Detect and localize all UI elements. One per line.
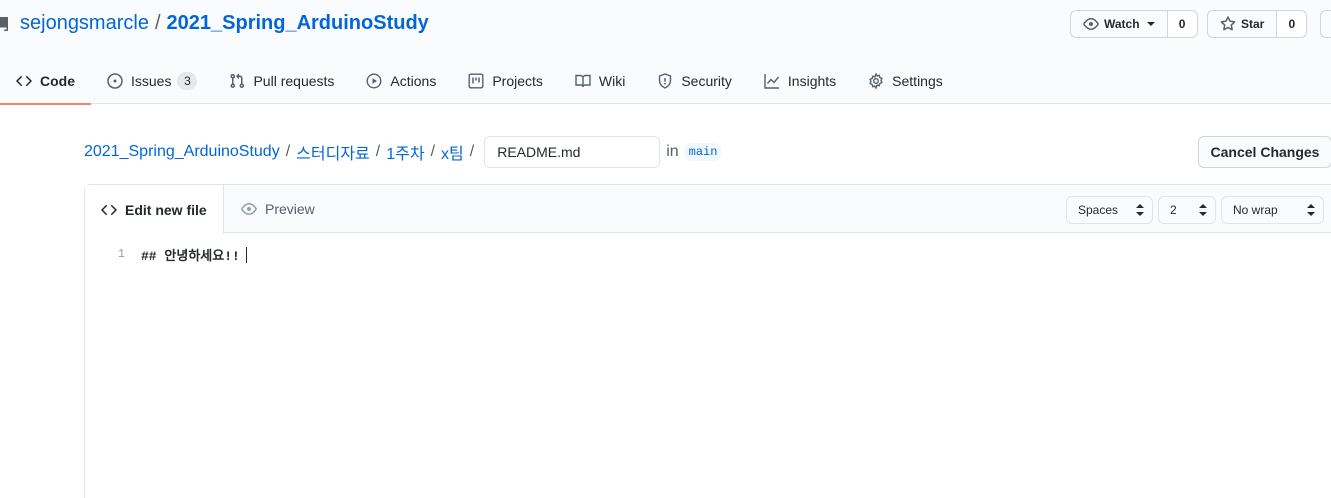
tab-settings[interactable]: Settings	[852, 58, 959, 104]
watch-label: Watch	[1104, 17, 1140, 31]
tab-edit-label: Edit new file	[125, 201, 207, 218]
tab-label: Code	[40, 73, 75, 89]
watch-count[interactable]: 0	[1167, 10, 1198, 38]
select-arrows-icon	[1199, 204, 1207, 216]
fork-button[interactable]	[1320, 10, 1331, 38]
cancel-changes-button[interactable]: Cancel Changes	[1198, 136, 1331, 168]
tab-insights[interactable]: Insights	[748, 58, 852, 104]
star-label: Star	[1241, 17, 1265, 31]
select-arrows-icon	[1307, 204, 1315, 216]
eye-icon	[1083, 18, 1099, 30]
indent-mode-value: Spaces	[1078, 203, 1119, 217]
breadcrumb-folder-link[interactable]: 스터디자료	[296, 140, 370, 164]
project-icon	[468, 73, 484, 89]
tab-preview[interactable]: Preview	[225, 185, 331, 233]
indent-mode-select[interactable]: Spaces	[1066, 196, 1153, 224]
star-icon	[1220, 16, 1236, 31]
breadcrumb-folder-link[interactable]: x팀	[441, 140, 464, 164]
line-number: 1	[117, 247, 125, 261]
pull-request-icon	[230, 73, 245, 89]
indent-size-value: 2	[1170, 203, 1177, 217]
repo-nav: Code Issues 3 Pull requests Actions Proj…	[0, 58, 959, 105]
breadcrumb-separator: /	[285, 143, 291, 160]
wrap-mode-value: No wrap	[1233, 203, 1278, 217]
tab-label: Security	[681, 73, 732, 89]
code-line-text: ## 안녕하세요!!	[141, 249, 240, 264]
repo-icon	[0, 16, 10, 32]
file-editor: Edit new file Preview Spaces 2 No wrap 1…	[84, 184, 1331, 498]
tab-label: Wiki	[598, 73, 626, 89]
code-line[interactable]: ## 안녕하세요!!	[141, 245, 247, 264]
breadcrumb-separator: /	[375, 143, 381, 160]
tab-actions[interactable]: Actions	[350, 58, 452, 104]
indent-size-select[interactable]: 2	[1158, 196, 1216, 224]
book-icon	[575, 74, 591, 88]
tab-issues[interactable]: Issues 3	[91, 58, 213, 104]
code-icon	[101, 204, 117, 215]
branch-name: main	[684, 143, 722, 161]
select-arrows-icon	[1136, 204, 1144, 216]
breadcrumb: 2021_Spring_ArduinoStudy / 스터디자료 / 1주차 /…	[84, 136, 722, 168]
shield-icon	[659, 73, 672, 89]
watch-button[interactable]: Watch	[1070, 10, 1168, 38]
code-icon	[16, 75, 32, 87]
tab-edit-file[interactable]: Edit new file	[85, 185, 224, 234]
repo-separator: /	[154, 12, 161, 34]
issues-count-badge: 3	[177, 72, 198, 90]
repo-header: sejongsmarcle / 2021_Spring_ArduinoStudy…	[0, 0, 1331, 105]
star-group: Star 0	[1207, 10, 1308, 38]
tab-wiki[interactable]: Wiki	[559, 58, 641, 104]
text-cursor	[245, 246, 247, 263]
tab-projects[interactable]: Projects	[452, 58, 559, 104]
gear-icon	[869, 73, 883, 89]
repo-owner-link[interactable]: sejongsmarcle	[20, 12, 149, 35]
breadcrumb-repo-link[interactable]: 2021_Spring_ArduinoStudy	[84, 143, 280, 161]
editor-header: Edit new file Preview Spaces 2 No wrap	[85, 185, 1331, 234]
wrap-mode-select[interactable]: No wrap	[1221, 196, 1324, 224]
tab-code[interactable]: Code	[0, 58, 91, 105]
chevron-down-icon	[1146, 22, 1155, 26]
tab-pull-requests[interactable]: Pull requests	[213, 58, 350, 104]
issue-icon	[107, 73, 123, 89]
tab-label: Settings	[892, 73, 943, 89]
eye-icon	[241, 203, 257, 215]
repo-name-link[interactable]: 2021_Spring_ArduinoStudy	[167, 12, 429, 35]
filename-input[interactable]: README.md	[484, 136, 661, 168]
star-count[interactable]: 0	[1277, 10, 1308, 38]
breadcrumb-separator: /	[430, 143, 436, 160]
breadcrumb-folder-link[interactable]: 1주차	[386, 140, 424, 164]
tab-preview-label: Preview	[265, 201, 315, 217]
tab-label: Insights	[787, 73, 837, 89]
breadcrumb-separator: /	[469, 143, 475, 160]
tab-security[interactable]: Security	[641, 58, 748, 104]
tab-label: Pull requests	[253, 73, 335, 89]
tab-label: Issues	[131, 73, 172, 89]
in-label: in	[666, 143, 679, 160]
tab-label: Projects	[492, 73, 543, 89]
star-button[interactable]: Star	[1207, 10, 1278, 38]
repo-title: sejongsmarcle / 2021_Spring_ArduinoStudy	[0, 12, 429, 35]
graph-icon	[764, 74, 779, 89]
watch-group: Watch 0	[1070, 10, 1198, 38]
code-editor[interactable]: 1 ## 안녕하세요!!	[85, 233, 1331, 498]
play-icon	[366, 73, 382, 89]
tab-label: Actions	[390, 73, 437, 89]
